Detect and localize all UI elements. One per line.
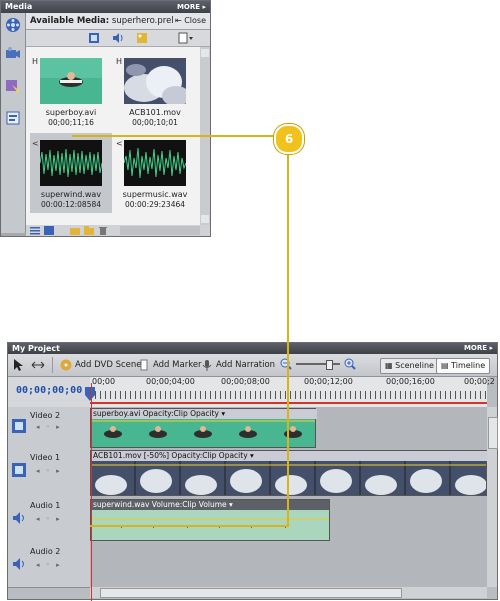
callout-badge: 6 [274,124,304,154]
callout-leader-line [72,135,289,527]
